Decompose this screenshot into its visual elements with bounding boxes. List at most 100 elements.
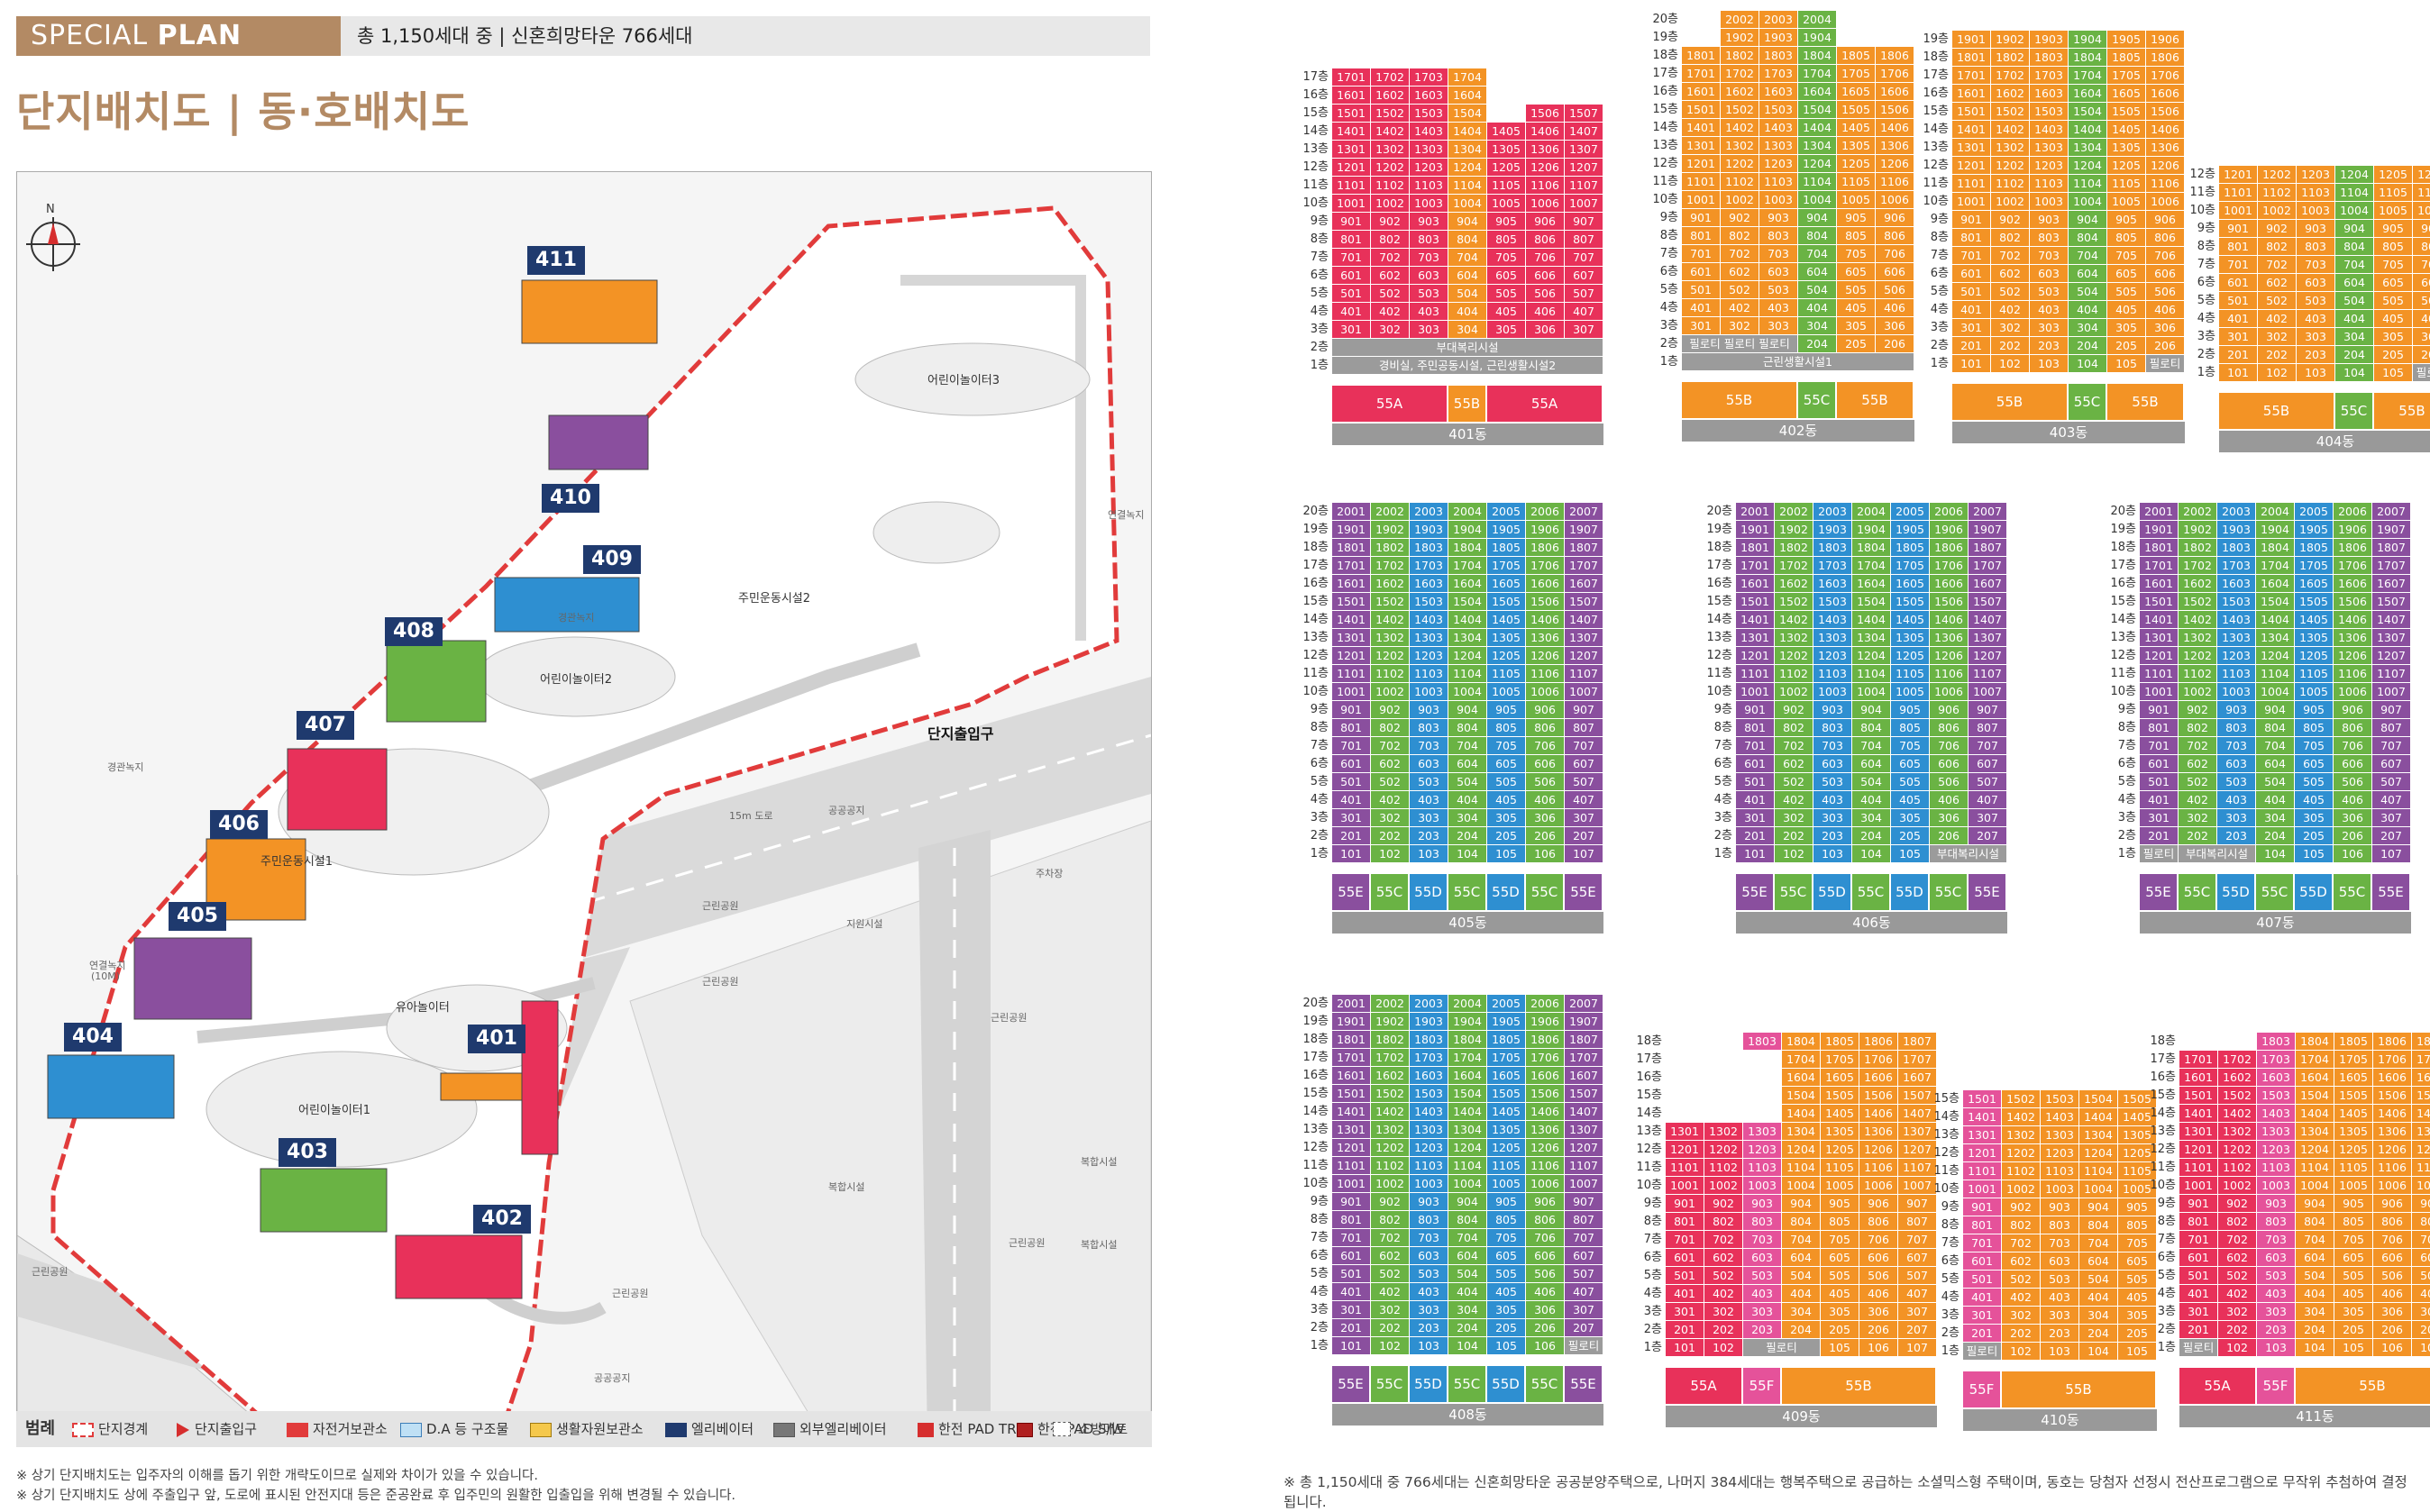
unit-cell: 1904: [2256, 521, 2295, 539]
building-number-410: 410: [542, 484, 599, 513]
unit-cell: 903: [2041, 1198, 2079, 1216]
unit-cell: 406: [1526, 1283, 1565, 1301]
unit-cell: 1002: [2258, 202, 2297, 220]
unit-cell: 1001: [1682, 191, 1721, 209]
unit-cell: 1007: [1565, 1175, 1603, 1193]
unit-cell: 1302: [1371, 1121, 1410, 1139]
unit-cell: 1604: [1852, 575, 1891, 593]
floor-label: 2층: [2197, 348, 2215, 361]
unit-cell: 2007: [1565, 995, 1603, 1013]
floor-label: 12층: [1652, 157, 1678, 170]
unit-cell: 406: [2413, 310, 2430, 328]
unit-cell: 1501: [1332, 1085, 1371, 1103]
unit-cell: 1401: [2179, 1105, 2218, 1123]
unit-cell: 1101: [1332, 177, 1371, 195]
floor-label: 10층: [2150, 1179, 2176, 1192]
unit-cell: 904: [1448, 1193, 1487, 1211]
unit-cell: 1301: [1736, 629, 1775, 647]
unit-cell: 1107: [1565, 665, 1603, 683]
unit-cell: 702: [1371, 249, 1410, 267]
unit-cell: 1901: [1332, 1013, 1371, 1031]
floor-label: 9층: [1713, 703, 1732, 716]
unit-cell: 203: [1743, 1321, 1782, 1339]
unit-cell: 2004: [1798, 11, 1837, 29]
site-map: N 어린이놀이터3 어린이놀이터2 어린이놀이터1 유아놀이터 주민운동시설1 …: [16, 171, 1152, 1447]
park-label-4: 근린공원: [612, 1288, 649, 1299]
unit-cell: 705: [1487, 737, 1526, 755]
building-number-403: 403: [279, 1138, 336, 1167]
unit-cell: 803: [1410, 719, 1448, 737]
unit-cell: 506: [1876, 281, 1914, 299]
unit-cell: 901: [2140, 701, 2179, 719]
unit-cell: 1105: [1487, 177, 1526, 195]
unit-cell: 2007: [1969, 503, 2007, 521]
unit-cell: 901: [1332, 1193, 1371, 1211]
unit-cell: 1802: [1371, 1031, 1410, 1049]
unit-type-55B: 55B: [2296, 1368, 2430, 1404]
building-block-405: [133, 937, 252, 1020]
unit-cell: 701: [2179, 1231, 2218, 1249]
unit-type-55F: 55F: [1963, 1371, 2002, 1407]
floor-label: 4층: [2197, 312, 2215, 325]
floor-label: 7층: [2197, 258, 2215, 271]
unit-cell: 902: [1775, 701, 1813, 719]
unit-cell: 102: [2002, 1343, 2041, 1361]
unit-cell: 303: [1410, 809, 1448, 827]
unit-cell: 307: [1565, 809, 1603, 827]
unit-cell: 1007: [2372, 683, 2411, 701]
unit-cell: 101: [1736, 845, 1775, 863]
floor-label: 2층: [2157, 1323, 2176, 1336]
unit-cell: 806: [1526, 231, 1565, 249]
floor-label: 9층: [2197, 222, 2215, 235]
fire-mat-icon: [1053, 1421, 1071, 1436]
unit-cell: 905: [1891, 701, 1930, 719]
unit-cell: 503: [2297, 292, 2335, 310]
unit-cell: 1502: [1721, 101, 1759, 119]
support-label: 지원시설: [846, 918, 883, 930]
unit-cell: 1401: [1332, 611, 1371, 629]
floor-label: 4층: [2117, 793, 2136, 806]
unit-cell: 303: [2257, 1303, 2296, 1321]
unit-cell: 1806: [1526, 1031, 1565, 1049]
unit-cell: 705: [1891, 737, 1930, 755]
unit-cell: 703: [2030, 247, 2069, 265]
unit-cell: 1404: [1852, 611, 1891, 629]
unit-cell: 504: [2256, 773, 2295, 791]
unit-cell: 304: [2296, 1303, 2334, 1321]
unit-cell: 802: [1371, 1211, 1410, 1229]
unit-cell: 1705: [1821, 1051, 1859, 1069]
floor-label: 1층: [1643, 1341, 1662, 1354]
unit-cell: 907: [1565, 701, 1603, 719]
unit-cell: 402: [1721, 299, 1759, 317]
unit-cell: 1807: [1898, 1033, 1937, 1051]
unit-cell: 102: [1371, 845, 1410, 863]
unit-cell: 1803: [2030, 49, 2069, 67]
unit-cell: 704: [1448, 737, 1487, 755]
unit-cell: 802: [1371, 719, 1410, 737]
unit-type-55E: 55E: [1332, 1366, 1371, 1402]
unit-cell: 801: [1332, 1211, 1371, 1229]
unit-cell: 804: [2335, 238, 2374, 256]
unit-cell: 1201: [1666, 1141, 1704, 1159]
unit-cell: 1303: [2217, 629, 2256, 647]
unit-cell: 1804: [1798, 47, 1837, 65]
unit-cell: 602: [1371, 267, 1410, 285]
unit-cell: 403: [1410, 791, 1448, 809]
unit-cell: 204: [2335, 346, 2374, 364]
unit-cell: 1703: [2030, 67, 2069, 85]
green-label-4: 연결녹지: [1108, 509, 1145, 521]
unit-type-55D: 55D: [1487, 874, 1526, 910]
unit-cell: 805: [2107, 229, 2146, 247]
unit-cell: 1406: [2334, 611, 2372, 629]
floor-label: 15층: [1636, 1088, 1662, 1102]
unit-cell: 1805: [2107, 49, 2146, 67]
unit-cell: 1102: [1991, 175, 2030, 193]
unit-cell: 206: [1930, 827, 1969, 845]
unit-cell: 1503: [1410, 105, 1448, 123]
unit-cell: 1606: [2146, 85, 2185, 103]
unit-cell: 606: [1526, 1247, 1565, 1265]
unit-cell: 204: [1852, 827, 1891, 845]
unit-cell: 1405: [1487, 123, 1526, 141]
unit-cell: 303: [2217, 809, 2256, 827]
unit-cell: 1701: [1332, 68, 1371, 87]
